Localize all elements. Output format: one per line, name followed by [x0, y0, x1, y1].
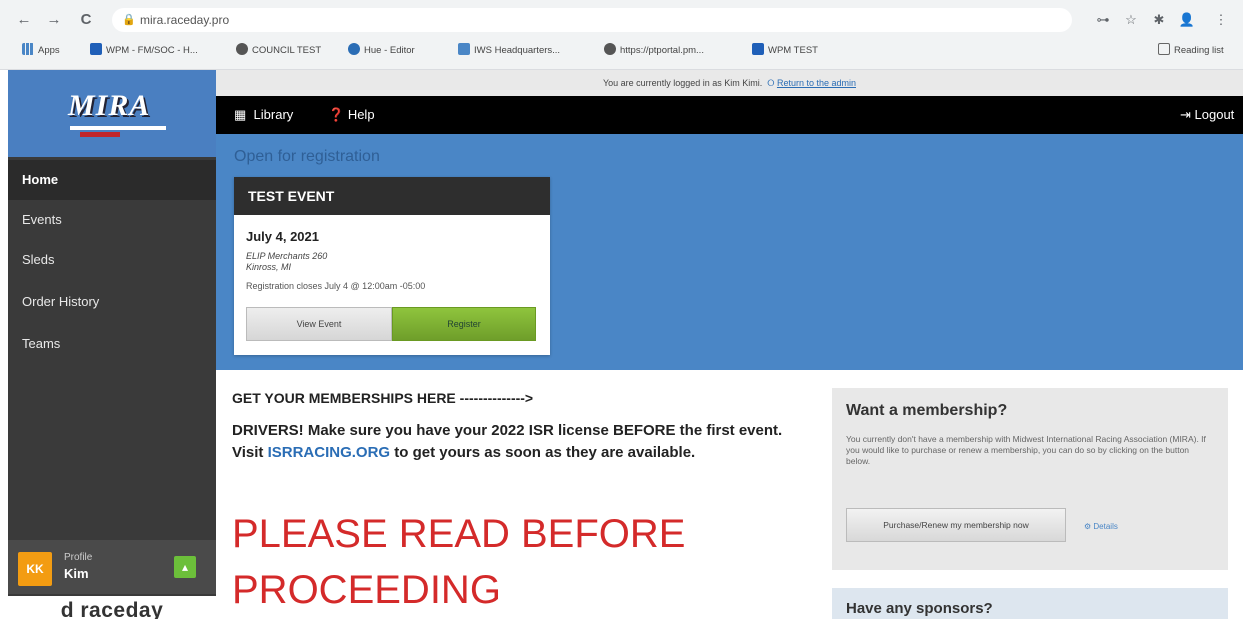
- event-card: TEST EVENT July 4, 2021 ELIP Merchants 2…: [234, 177, 550, 355]
- profile-label: Profile: [64, 552, 93, 563]
- hue-icon: [348, 43, 360, 55]
- sidebar-item-home[interactable]: Home: [8, 160, 216, 200]
- view-event-button[interactable]: View Event: [246, 307, 392, 341]
- library-label: Library: [253, 107, 294, 122]
- globe-icon: [236, 43, 248, 55]
- kebab-menu-icon[interactable]: ⋮: [1212, 10, 1230, 30]
- memberships-heading: GET YOUR MEMBERSHIPS HERE --------------…: [232, 390, 534, 406]
- extensions-icon[interactable]: ✱: [1150, 10, 1168, 30]
- bookmark-label: COUNCIL TEST: [252, 45, 322, 56]
- main-content: GET YOUR MEMBERSHIPS HERE --------------…: [216, 370, 1243, 619]
- bookmark-apps[interactable]: Apps: [22, 42, 60, 60]
- info-icon: ⚙: [1084, 522, 1092, 531]
- account-icon[interactable]: 👤: [1178, 10, 1196, 30]
- top-navigation: ▦ Library ❓ Help ⇥ Logout: [216, 96, 1243, 134]
- bookmark-ptportal[interactable]: https://ptportal.pm...: [604, 42, 704, 60]
- event-venue: ELIP Merchants 260: [246, 251, 328, 261]
- event-title: TEST EVENT: [248, 188, 335, 204]
- logout-label: Logout: [1194, 107, 1235, 122]
- drivers-notice-text-end: to get yours as soon as they are availab…: [390, 444, 696, 461]
- logo-area[interactable]: MIRA: [8, 70, 216, 157]
- membership-title: Want a membership?: [846, 402, 1008, 419]
- bookmarks-bar: Apps WPM - FM/SOC - H... COUNCIL TEST Hu…: [0, 38, 1243, 64]
- logout-icon: ⇥: [1180, 107, 1191, 122]
- logo-red-mark: [80, 132, 120, 137]
- lock-icon: 🔒: [122, 14, 136, 26]
- back-arrow-icon[interactable]: ←: [14, 10, 34, 30]
- membership-details-link[interactable]: ⚙ Details: [1084, 522, 1118, 531]
- reading-list-label: Reading list: [1174, 45, 1224, 56]
- event-date: July 4, 2021: [246, 229, 319, 244]
- browser-chrome: ← → C 🔒 mira.raceday.pro ⊶ ☆ ✱ 👤 ⋮ Apps …: [0, 0, 1243, 70]
- reload-icon[interactable]: C: [76, 10, 96, 30]
- registration-close-time: Registration closes July 4 @ 12:00am -05…: [246, 281, 426, 291]
- logo-stripe: [70, 126, 166, 130]
- key-icon[interactable]: ⊶: [1094, 10, 1112, 30]
- profile-name: Kim: [64, 566, 89, 581]
- please-read-warning: PLEASE READ BEFORE PROCEEDING: [232, 512, 686, 612]
- forward-arrow-icon[interactable]: →: [44, 10, 64, 30]
- logout-link[interactable]: ⇥ Logout: [1180, 96, 1234, 134]
- reading-list-icon: [1158, 43, 1170, 55]
- address-row: ← → C 🔒 mira.raceday.pro ⊶ ☆ ✱ 👤 ⋮: [0, 6, 1243, 34]
- url-bar[interactable]: 🔒 mira.raceday.pro: [112, 8, 1072, 32]
- bookmark-label: Hue - Editor: [364, 45, 415, 56]
- impersonation-notice: You are currently logged in as Kim Kimi.…: [216, 70, 1243, 96]
- sidebar-item-teams[interactable]: Teams: [8, 324, 216, 364]
- return-to-admin-link[interactable]: Return to the admin: [777, 78, 856, 88]
- help-icon: ❓: [328, 107, 345, 122]
- details-label: Details: [1093, 522, 1118, 531]
- isr-racing-link[interactable]: ISRRACING.ORG: [268, 444, 391, 461]
- reading-list[interactable]: Reading list: [1158, 42, 1224, 60]
- register-button[interactable]: Register: [392, 307, 536, 341]
- banner-heading: Open for registration: [234, 148, 380, 165]
- return-icon: ⭘: [764, 78, 777, 88]
- library-link[interactable]: ▦ Library: [234, 96, 293, 134]
- bookmark-wpm[interactable]: WPM - FM/SOC - H...: [90, 42, 198, 60]
- globe-icon: [604, 43, 616, 55]
- sponsors-box: Have any sponsors?: [832, 588, 1228, 619]
- help-link[interactable]: ❓ Help: [328, 96, 375, 134]
- bookmark-iws[interactable]: IWS Headquarters...: [458, 42, 560, 60]
- impersonation-text: You are currently logged in as Kim Kimi.: [602, 78, 763, 88]
- star-icon[interactable]: ☆: [1122, 10, 1140, 30]
- bookmark-hue-editor[interactable]: Hue - Editor: [348, 42, 415, 60]
- drivers-notice: DRIVERS! Make sure you have your 2022 IS…: [232, 420, 802, 464]
- membership-description: You currently don't have a membership wi…: [846, 434, 1206, 466]
- avatar: KK: [18, 552, 52, 586]
- bookmark-council-test[interactable]: COUNCIL TEST: [236, 42, 321, 60]
- bookmark-label: https://ptportal.pm...: [620, 45, 704, 56]
- profile-expand-icon[interactable]: ▴: [174, 556, 196, 578]
- bookmark-wpm-test[interactable]: WPM TEST: [752, 42, 818, 60]
- mira-logo: MIRA: [68, 89, 151, 122]
- sidebar-item-events[interactable]: Events: [8, 200, 216, 240]
- event-title-bar: TEST EVENT: [234, 177, 550, 215]
- apps-grid-icon: [22, 43, 34, 55]
- sidebar-item-order-history[interactable]: Order History: [8, 282, 216, 322]
- purchase-membership-button[interactable]: Purchase/Renew my membership now: [846, 508, 1066, 542]
- url-text: mira.raceday.pro: [140, 13, 230, 27]
- bookmark-label: Apps: [38, 45, 60, 56]
- sidebar: MIRA Home Events Sleds Order History Tea…: [8, 70, 216, 619]
- help-label: Help: [347, 107, 375, 122]
- wpm-icon: [90, 43, 102, 55]
- bookmark-label: WPM - FM/SOC - H...: [106, 45, 198, 56]
- raceday-logo: d raceday: [8, 596, 216, 619]
- sponsors-title: Have any sponsors?: [846, 600, 993, 617]
- sidebar-item-sleds[interactable]: Sleds: [8, 240, 216, 280]
- bookmark-label: WPM TEST: [768, 45, 818, 56]
- membership-box: Want a membership? You currently don't h…: [832, 388, 1228, 570]
- wpm-icon: [752, 43, 764, 55]
- bookmark-label: IWS Headquarters...: [474, 45, 561, 56]
- profile-bar[interactable]: KK Profile Kim ▴: [8, 540, 216, 594]
- registration-banner: Open for registration TEST EVENT July 4,…: [216, 134, 1243, 370]
- iws-icon: [458, 43, 470, 55]
- library-icon: ▦: [234, 107, 247, 122]
- event-city: Kinross, MI: [246, 262, 292, 272]
